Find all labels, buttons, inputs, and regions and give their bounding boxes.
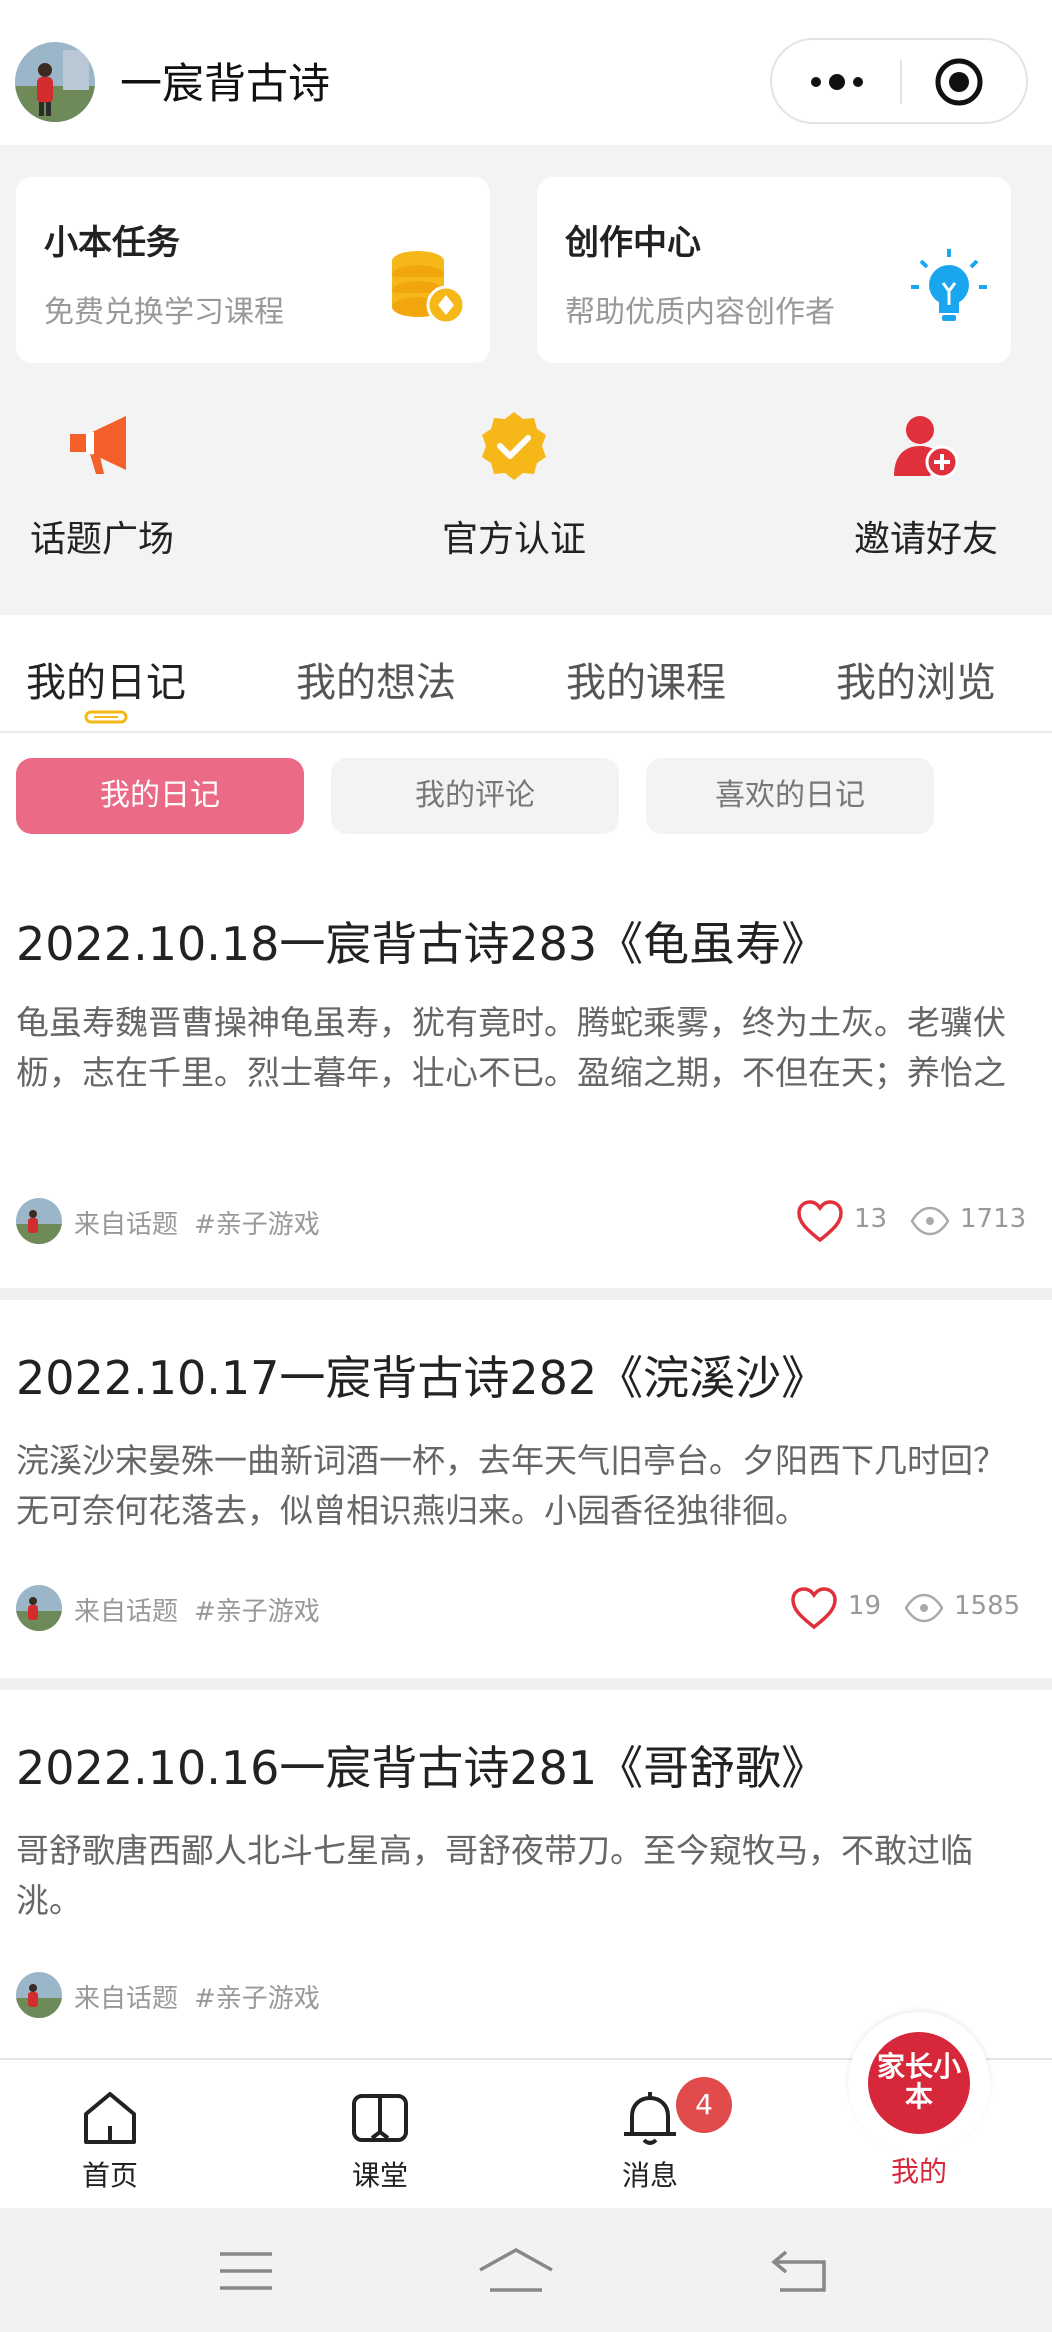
more-dots-icon[interactable] — [802, 60, 872, 104]
bell-icon — [624, 2092, 676, 2145]
nav-home[interactable]: 首页 — [40, 2088, 180, 2198]
topic-square-label: 话题广场 — [29, 519, 174, 560]
coins-icon — [388, 247, 468, 327]
target-circle-icon[interactable] — [934, 57, 984, 107]
app-title: 一宸背古诗 — [120, 59, 331, 108]
active-tab-indicator — [80, 707, 132, 727]
top-bar: 一宸背古诗 — [0, 0, 1052, 145]
tab-my-thoughts[interactable]: 我的想法 — [296, 650, 456, 708]
post-meta: 来自话题 #亲子游戏 — [16, 1972, 1026, 2018]
heart-icon — [797, 1200, 843, 1243]
post-excerpt: 浣溪沙宋晏殊一曲新词酒一杯，去年天气旧亭台。夕阳西下几时回？无可奈何花落去，似曾… — [16, 1441, 1006, 1530]
creator-card[interactable]: 创作中心 帮助优质内容创作者 — [537, 177, 1011, 363]
tab-my-browsing[interactable]: 我的浏览 — [836, 650, 996, 708]
tab-my-diary[interactable]: 我的日记 — [26, 650, 186, 708]
megaphone-icon — [66, 410, 138, 482]
topic-tag[interactable]: #亲子游戏 — [194, 1591, 320, 1628]
post-title[interactable]: 2022.10.16一宸背古诗281《哥舒歌》 — [16, 1732, 827, 1798]
subtab-my-comments[interactable]: 我的评论 — [331, 758, 619, 834]
post-excerpt: 龟虽寿魏晋曹操神龟虽寿，犹有竟时。腾蛇乘雾，终为土灰。老骥伏枥，志在千里。烈士暮… — [16, 1003, 1006, 1092]
author-avatar — [16, 1972, 62, 2018]
nav-classroom[interactable]: 课堂 — [310, 2088, 450, 2198]
home-button-icon[interactable] — [476, 2246, 556, 2296]
post-source: 来自话题 — [74, 1984, 179, 2014]
mini-program-capsule — [770, 38, 1028, 124]
creator-card-title: 创作中心 — [565, 223, 701, 263]
author-avatar — [16, 1198, 62, 1244]
like-count: 13 — [854, 1204, 888, 1234]
subtab-liked-diaries[interactable]: 喜欢的日记 — [646, 758, 934, 834]
author-avatar — [16, 1585, 62, 1631]
official-cert-button[interactable]: 官方认证 — [414, 410, 614, 560]
brand-logo[interactable]: 家长小本 — [868, 2032, 970, 2134]
eye-icon — [910, 1206, 950, 1236]
back-icon[interactable] — [770, 2246, 830, 2296]
add-user-icon — [890, 410, 962, 482]
lightbulb-icon — [909, 247, 989, 327]
tab-my-courses[interactable]: 我的课程 — [566, 650, 726, 708]
heart-icon — [791, 1587, 837, 1630]
system-navigation-bar — [0, 2208, 1052, 2332]
task-card-subtitle: 免费兑换学习课程 — [44, 295, 284, 330]
post-source: 来自话题 — [74, 1210, 179, 1240]
post-meta: 来自话题 #亲子游戏 13 1713 — [16, 1198, 1026, 1244]
invite-friends-button[interactable]: 邀请好友 — [826, 410, 1026, 560]
verified-badge-icon — [478, 410, 550, 482]
post-meta: 来自话题 #亲子游戏 19 1585 — [16, 1585, 1026, 1631]
diary-post[interactable]: 2022.10.17一宸背古诗282《浣溪沙》 浣溪沙宋晏殊一曲新词酒一杯，去年… — [0, 1300, 1052, 1678]
topic-square-button[interactable]: 话题广场 — [2, 410, 202, 560]
post-title[interactable]: 2022.10.17一宸背古诗282《浣溪沙》 — [16, 1342, 827, 1408]
feature-panel: 小本任务 免费兑换学习课程 创作中心 帮助优质内容创作者 话题广场 官方认证 邀… — [0, 145, 1052, 615]
official-cert-label: 官方认证 — [441, 519, 586, 560]
view-count: 1713 — [960, 1204, 1027, 1234]
diary-post[interactable]: 2022.10.18一宸背古诗283《龟虽寿》 龟虽寿魏晋曹操神龟虽寿，犹有竟时… — [0, 880, 1052, 1288]
post-excerpt: 哥舒歌唐西鄙人北斗七星高，哥舒夜带刀。至今窥牧马，不敢过临洮。 — [16, 1831, 973, 1920]
home-icon — [84, 2092, 136, 2144]
view-count: 1585 — [954, 1591, 1021, 1621]
post-title[interactable]: 2022.10.18一宸背古诗283《龟虽寿》 — [16, 908, 827, 974]
nav-mine-label[interactable]: 我的 — [848, 2150, 990, 2190]
task-card[interactable]: 小本任务 免费兑换学习课程 — [16, 177, 490, 363]
like-count: 19 — [848, 1591, 882, 1621]
topic-tag[interactable]: #亲子游戏 — [194, 1978, 320, 2015]
diary-post[interactable]: 2022.10.16一宸背古诗281《哥舒歌》 哥舒歌唐西鄙人北斗七星高，哥舒夜… — [0, 1690, 1052, 2058]
message-count-badge: 4 — [676, 2077, 732, 2133]
invite-friends-label: 邀请好友 — [853, 519, 998, 560]
nav-home-label: 首页 — [81, 2159, 138, 2192]
menu-icon[interactable] — [216, 2246, 276, 2296]
subtab-my-diary[interactable]: 我的日记 — [16, 758, 304, 834]
content-tabs: 我的日记 我的想法 我的课程 我的浏览 — [0, 615, 1052, 733]
post-separator — [0, 1288, 1052, 1300]
user-avatar[interactable] — [15, 42, 95, 122]
task-card-title: 小本任务 — [44, 223, 180, 263]
capsule-divider — [900, 60, 902, 104]
book-icon — [352, 2094, 408, 2142]
nav-classroom-label: 课堂 — [351, 2159, 408, 2192]
creator-card-subtitle: 帮助优质内容创作者 — [565, 295, 835, 330]
post-source: 来自话题 — [74, 1597, 179, 1627]
nav-messages-label: 消息 — [621, 2159, 678, 2192]
topic-tag[interactable]: #亲子游戏 — [194, 1204, 320, 1241]
eye-icon — [904, 1593, 944, 1623]
post-separator — [0, 1678, 1052, 1690]
